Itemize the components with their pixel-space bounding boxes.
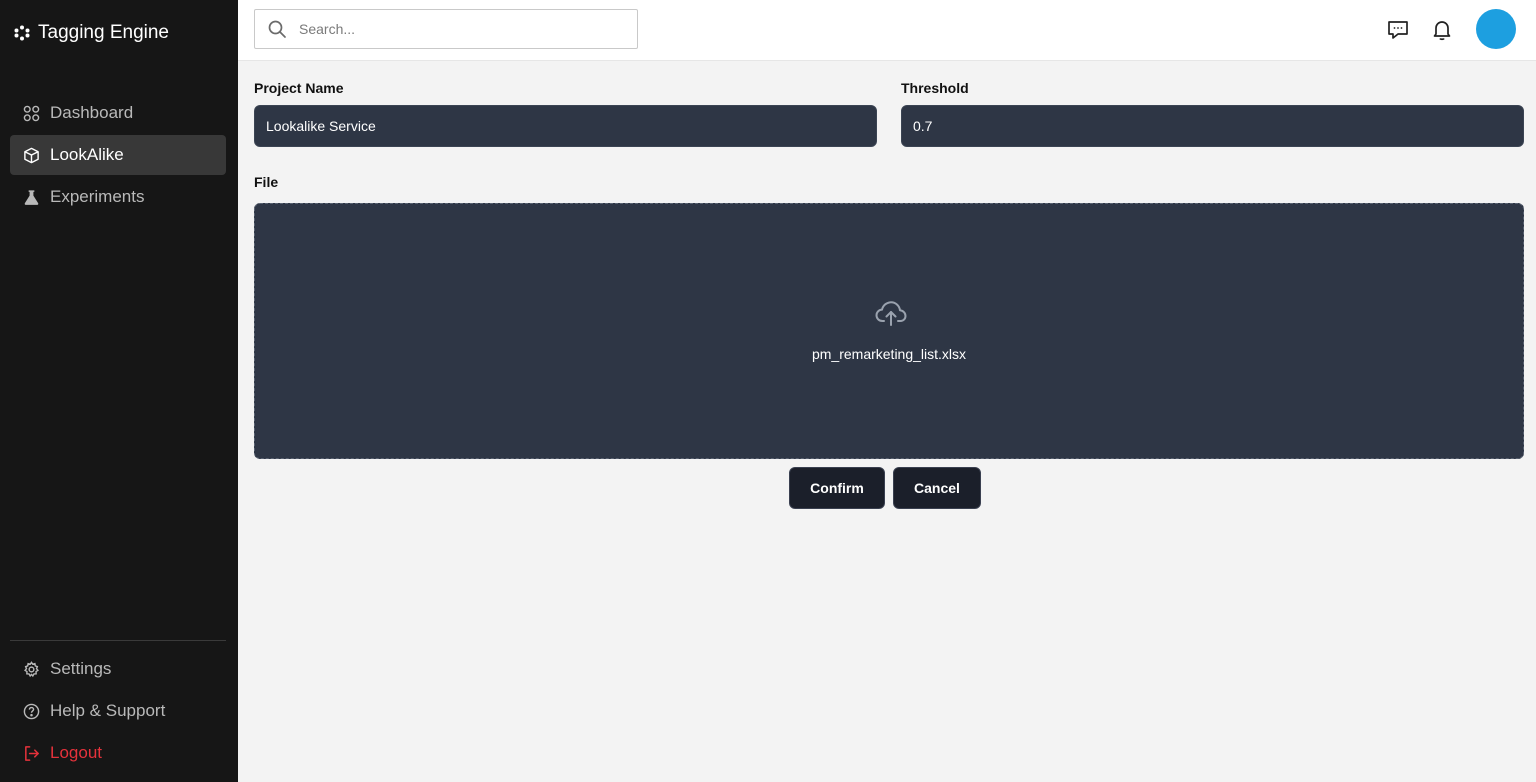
search-icon	[268, 20, 286, 38]
file-label: File	[254, 174, 279, 190]
help-circle-icon	[23, 703, 40, 719]
threshold-label: Threshold	[901, 80, 969, 96]
bell-icon[interactable]	[1430, 18, 1454, 42]
confirm-button[interactable]: Confirm	[789, 467, 885, 509]
project-name-label: Project Name	[254, 80, 344, 96]
gear-icon	[24, 660, 39, 677]
logout-icon	[25, 745, 39, 761]
sidebar-nav: Dashboard LookAlike Experiments	[10, 93, 226, 219]
sidebar-item-logout[interactable]: Logout	[10, 733, 226, 773]
brand[interactable]: Tagging Engine	[14, 22, 169, 44]
cloud-upload-icon	[875, 301, 907, 326]
top-bar	[238, 0, 1536, 61]
flask-icon	[24, 189, 39, 205]
sidebar: Tagging Engine Dashboard LookAlike Exper…	[0, 0, 238, 782]
sidebar-item-label: LookAlike	[50, 145, 124, 164]
logo-icon	[14, 25, 30, 41]
sidebar-item-label: Help & Support	[50, 701, 166, 720]
sidebar-item-label: Dashboard	[50, 103, 134, 122]
project-name-field[interactable]: Lookalike Service	[254, 105, 877, 147]
sidebar-item-label: Logout	[50, 743, 102, 762]
threshold-field[interactable]: 0.7	[901, 105, 1524, 147]
avatar[interactable]	[1476, 9, 1516, 49]
file-dropzone[interactable]: pm_remarketing_list.xlsx	[254, 203, 1524, 459]
sidebar-item-dashboard[interactable]: Dashboard	[10, 93, 226, 133]
cube-icon	[24, 147, 39, 163]
sidebar-item-experiments[interactable]: Experiments	[10, 177, 226, 217]
sidebar-item-help[interactable]: Help & Support	[10, 691, 226, 731]
cancel-button[interactable]: Cancel	[893, 467, 981, 509]
uploaded-filename: pm_remarketing_list.xlsx	[811, 346, 967, 362]
search-box[interactable]	[254, 9, 638, 49]
search-input[interactable]	[299, 21, 619, 37]
grid-icon	[23, 105, 40, 121]
message-icon[interactable]	[1386, 18, 1410, 42]
sidebar-item-label: Experiments	[50, 187, 145, 206]
sidebar-item-lookalike[interactable]: LookAlike	[10, 135, 226, 175]
sidebar-item-label: Settings	[50, 659, 112, 678]
sidebar-bottom-nav: Settings Help & Support Logout	[10, 649, 226, 775]
app-title: Tagging Engine	[38, 22, 169, 43]
sidebar-item-settings[interactable]: Settings	[10, 649, 226, 689]
sidebar-divider	[10, 640, 226, 641]
